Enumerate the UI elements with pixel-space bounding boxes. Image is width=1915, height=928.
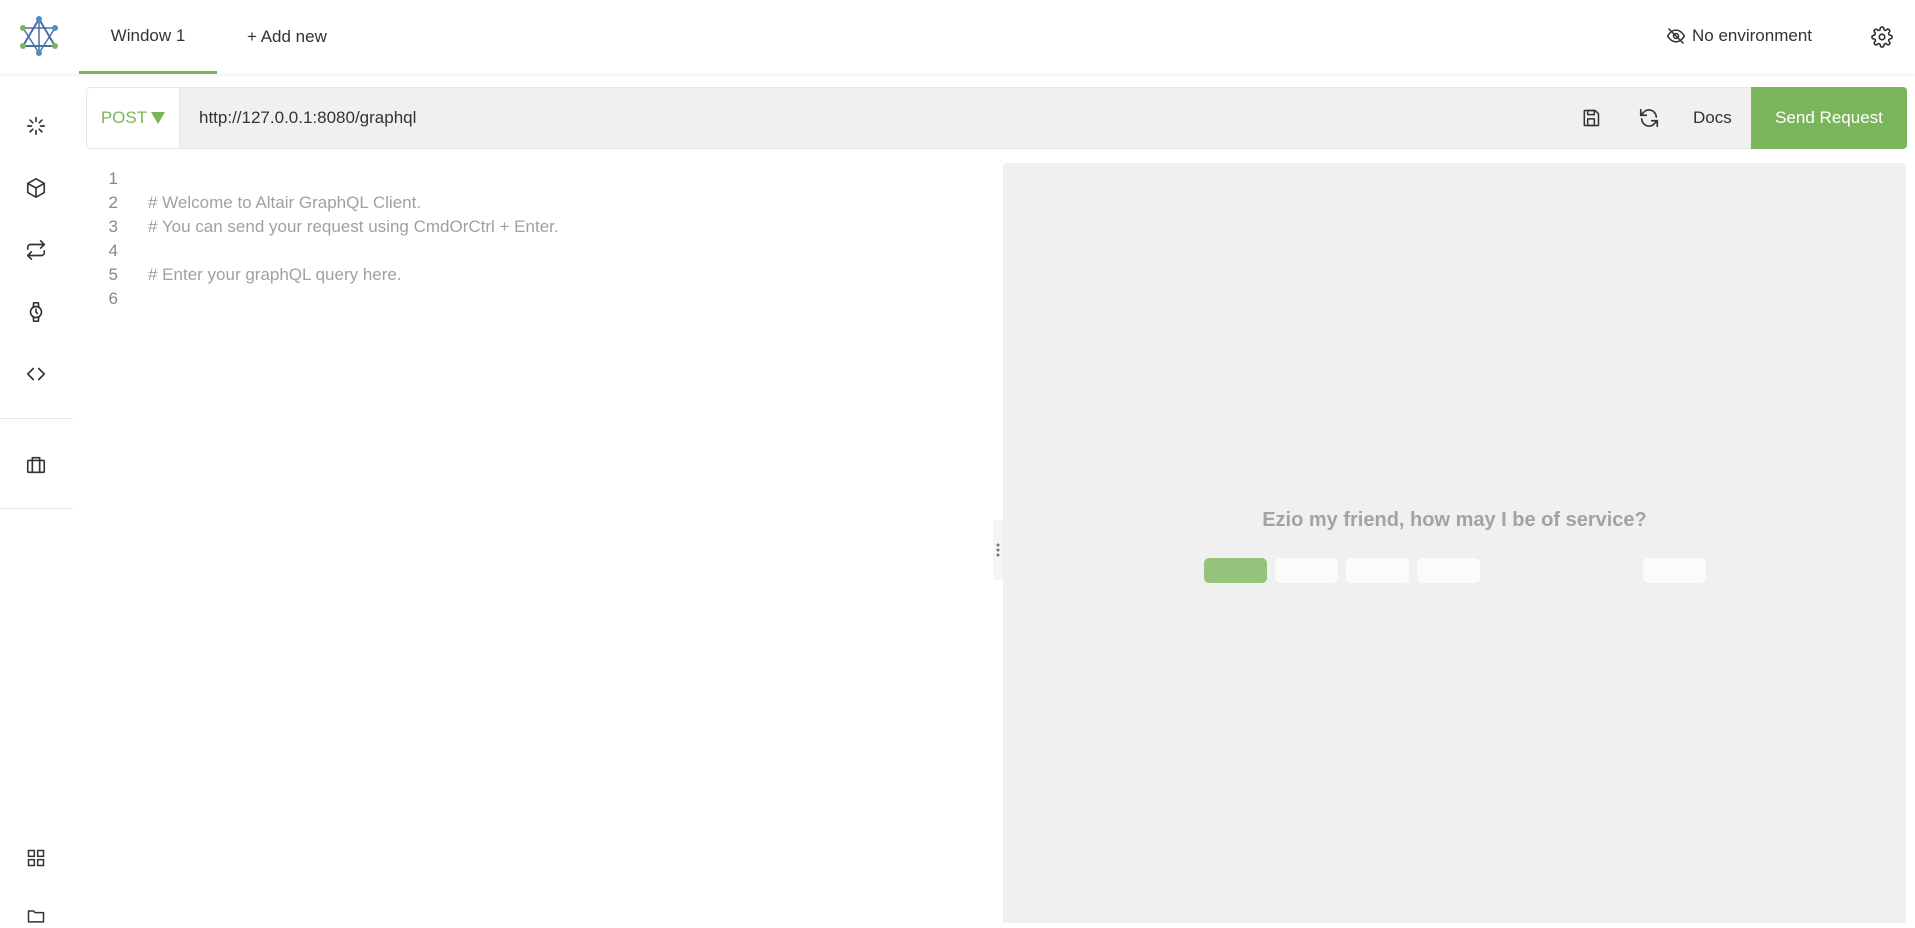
loading-chip (1643, 558, 1706, 583)
url-input[interactable] (199, 88, 1299, 148)
loading-chip (1275, 558, 1338, 583)
grid-icon[interactable] (24, 846, 48, 870)
pane-resize-handle[interactable] (993, 520, 1003, 580)
code-text: # Welcome to Altair GraphQL Client. (148, 193, 422, 212)
briefcase-icon[interactable] (24, 453, 48, 477)
loading-chip (1346, 558, 1409, 583)
top-bar: Window 1 + Add new No environment (0, 0, 1915, 74)
editor-line: 4 (86, 239, 118, 263)
welcome-message: Ezio my friend, how may I be of service? (1262, 509, 1647, 531)
loading-chip (1204, 558, 1267, 583)
method-label: POST (100, 108, 148, 127)
refresh-icon[interactable] (1637, 106, 1661, 130)
tab-window-1[interactable]: Window 1 (79, 0, 217, 74)
environment-selector[interactable]: No environment (1666, 26, 1812, 46)
send-request-button[interactable]: Send Request (1751, 87, 1907, 149)
loading-icon[interactable] (24, 114, 48, 138)
sidebar (0, 74, 73, 923)
result-pane: Ezio my friend, how may I be of service? (1003, 163, 1906, 923)
drag-dots-icon (996, 543, 1000, 557)
request-url-bar: POST Docs Send Request (86, 87, 1907, 149)
editor-line: 6 (86, 287, 118, 311)
folder-icon[interactable] (24, 904, 48, 928)
environment-label: No environment (1692, 26, 1813, 45)
add-new-label: + Add new (247, 27, 327, 46)
docs-button[interactable]: Docs (1693, 88, 1732, 148)
sidebar-divider (0, 418, 73, 419)
editor-line: 3 # You can send your request using CmdO… (86, 215, 559, 239)
line-number: 2 (108, 193, 118, 212)
code-icon[interactable] (24, 362, 48, 386)
query-editor[interactable]: 1 2 # Welcome to Altair GraphQL Client. … (86, 163, 996, 918)
loading-chip (1417, 558, 1480, 583)
eye-off-icon (1666, 27, 1686, 45)
settings-gear-icon[interactable] (1871, 26, 1893, 48)
save-icon[interactable] (1579, 106, 1603, 130)
code-text: # Enter your graphQL query here. (148, 265, 402, 284)
line-number: 6 (108, 289, 118, 308)
line-number: 5 (108, 265, 118, 284)
tab-label: Window 1 (110, 25, 186, 45)
add-new-tab-button[interactable]: + Add new (247, 0, 327, 74)
code-text: # You can send your request using CmdOrC… (148, 217, 559, 236)
line-number: 4 (108, 241, 118, 260)
switch-arrows-icon[interactable] (24, 238, 48, 262)
line-number: 1 (108, 169, 118, 188)
cube-icon[interactable] (24, 176, 48, 200)
editor-line: 5 # Enter your graphQL query here. (86, 263, 402, 287)
watch-icon[interactable] (24, 300, 48, 324)
method-selector[interactable]: POST (87, 88, 180, 148)
line-number: 3 (108, 217, 118, 236)
altair-logo-icon[interactable] (19, 16, 59, 56)
editor-line: 2 # Welcome to Altair GraphQL Client. (86, 191, 422, 215)
sidebar-divider (0, 508, 73, 509)
editor-line: 1 (86, 167, 118, 191)
caret-down-icon (151, 112, 166, 124)
